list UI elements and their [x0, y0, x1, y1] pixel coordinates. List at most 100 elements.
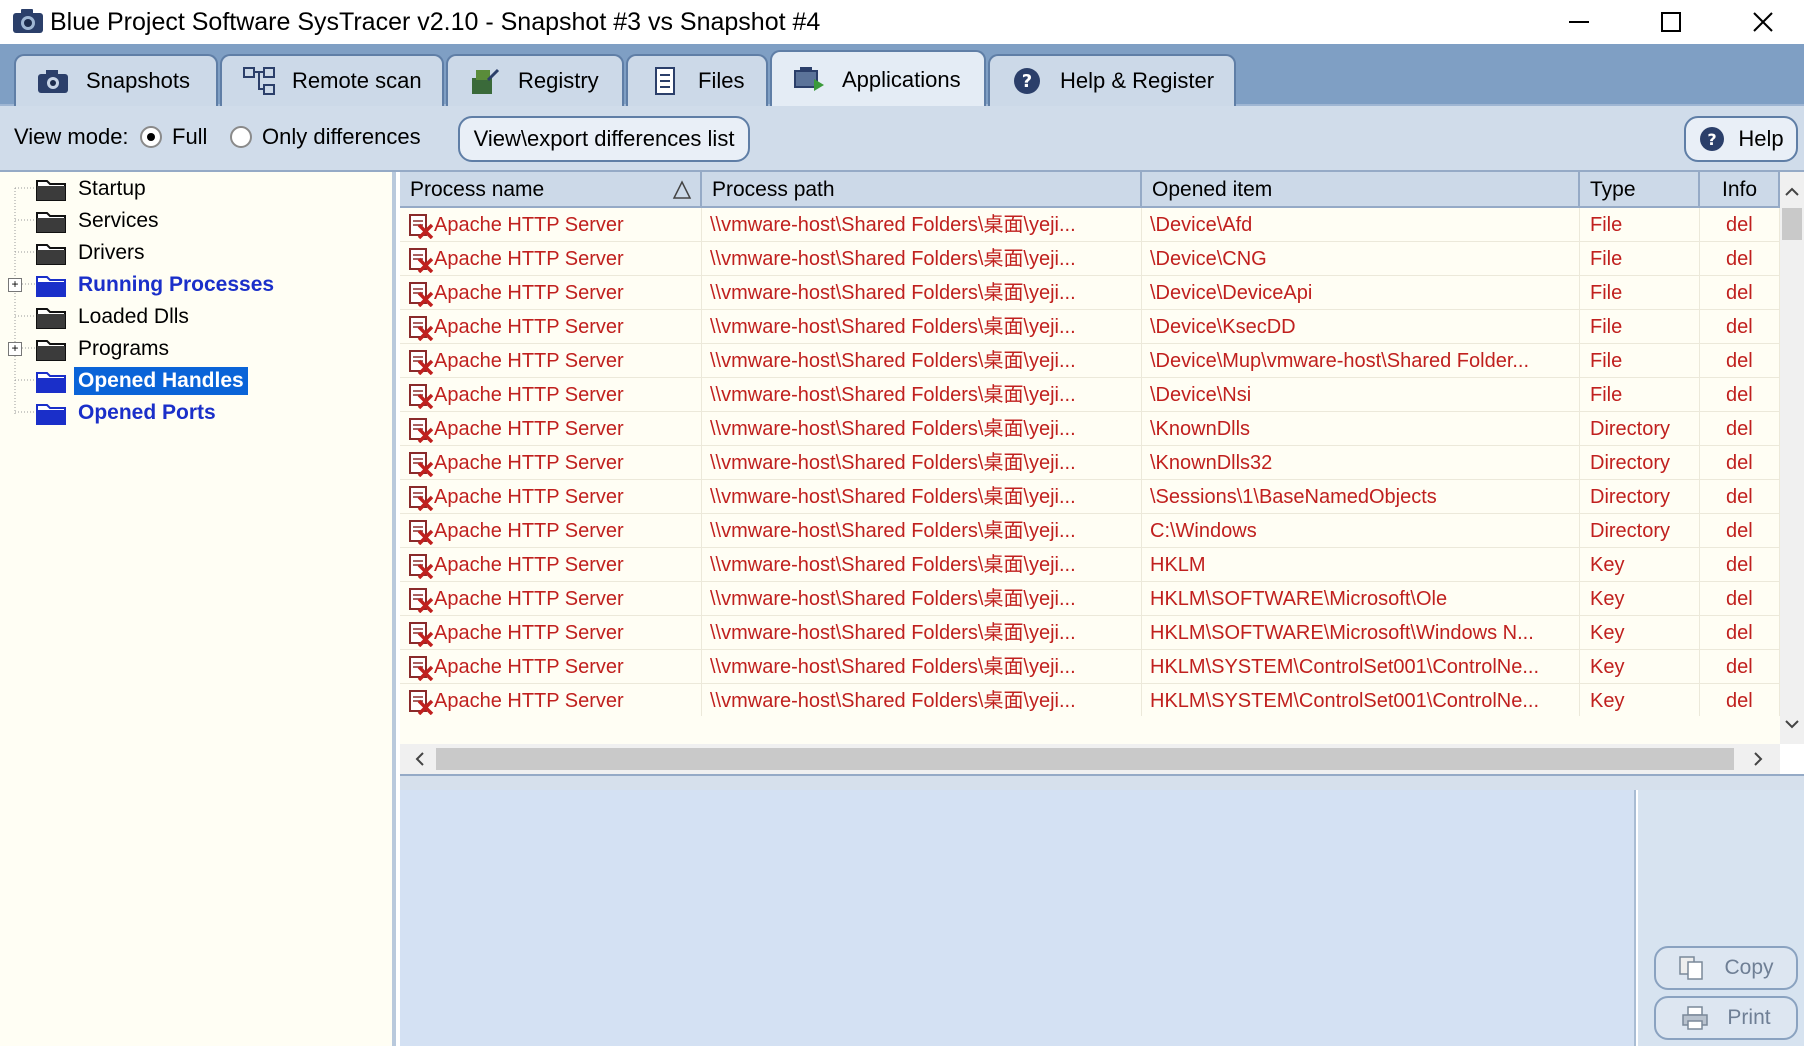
table-row[interactable]: Apache HTTP Server \\vmware-host\Shared F… [400, 412, 1780, 446]
vertical-scrollbar[interactable] [1780, 172, 1804, 744]
export-differences-button[interactable]: View\export differences list [458, 116, 750, 162]
tree-item-programs[interactable]: + Programs [0, 334, 396, 364]
tab-registry[interactable]: Registry [446, 54, 624, 106]
tree-item-drivers[interactable]: Drivers [0, 238, 396, 268]
cell-name: Apache HTTP Server [400, 344, 702, 378]
maximize-icon [1661, 12, 1681, 32]
scroll-down-icon[interactable] [1780, 712, 1804, 736]
table-body: Apache HTTP Server \\vmware-host\Shared F… [400, 208, 1780, 716]
cell-info: del [1700, 446, 1780, 480]
tab-help-register[interactable]: ? Help & Register [988, 54, 1236, 106]
table-row[interactable]: Apache HTTP Server \\vmware-host\Shared F… [400, 344, 1780, 378]
scroll-up-icon[interactable] [1780, 180, 1804, 204]
radio-dot [230, 126, 252, 148]
cell-type: File [1580, 208, 1700, 242]
folder-icon [36, 276, 66, 297]
tree-item-label: Programs [78, 337, 170, 360]
tab-label: Files [698, 68, 745, 93]
cell-type: File [1580, 344, 1700, 378]
cell-info: del [1700, 650, 1780, 684]
minimize-button[interactable] [1534, 0, 1624, 44]
tree-item-loaded-dlls[interactable]: Loaded Dlls [0, 302, 396, 332]
print-button[interactable]: Print [1654, 996, 1798, 1040]
table-row[interactable]: Apache HTTP Server \\vmware-host\Shared F… [400, 242, 1780, 276]
table-header: Process name Process path Opened item Ty… [400, 172, 1780, 208]
cell-item: \KnownDlls [1142, 412, 1580, 446]
cell-info: del [1700, 514, 1780, 548]
cell-type: Key [1580, 616, 1700, 650]
tree-item-services[interactable]: Services [0, 206, 396, 236]
tree-item-running-processes[interactable]: + Running Processes [0, 270, 396, 300]
tab-label: Remote scan [292, 68, 422, 93]
print-button-label: Print [1727, 1006, 1771, 1029]
cell-type: File [1580, 378, 1700, 412]
column-header-info[interactable]: Info [1700, 172, 1780, 208]
cell-type: Directory [1580, 480, 1700, 514]
expand-icon[interactable]: + [8, 278, 22, 292]
tree-item-label: Drivers [78, 241, 145, 264]
cell-info: del [1700, 242, 1780, 276]
column-header-type[interactable]: Type [1580, 172, 1700, 208]
radio-full[interactable]: Full [140, 124, 207, 150]
cell-type: Key [1580, 548, 1700, 582]
table-row[interactable]: Apache HTTP Server \\vmware-host\Shared F… [400, 310, 1780, 344]
tab-remote-scan[interactable]: Remote scan [220, 54, 444, 106]
close-icon [1753, 12, 1773, 32]
table-row[interactable]: Apache HTTP Server \\vmware-host\Shared F… [400, 480, 1780, 514]
tab-applications[interactable]: Applications [770, 50, 986, 108]
table-row[interactable]: Apache HTTP Server \\vmware-host\Shared F… [400, 276, 1780, 310]
tree-item-startup[interactable]: Startup [0, 174, 396, 204]
cell-info: del [1700, 412, 1780, 446]
expand-icon[interactable]: + [8, 342, 22, 356]
tree-item-opened-ports[interactable]: Opened Ports [0, 398, 396, 428]
maximize-button[interactable] [1626, 0, 1716, 44]
close-button[interactable] [1718, 0, 1804, 44]
cell-type: Key [1580, 582, 1700, 616]
pane-splitter[interactable] [400, 774, 1804, 790]
table-row[interactable]: Apache HTTP Server \\vmware-host\Shared F… [400, 548, 1780, 582]
scroll-thumb[interactable] [436, 748, 1734, 770]
table-row[interactable]: Apache HTTP Server \\vmware-host\Shared F… [400, 684, 1780, 716]
cell-name: Apache HTTP Server [400, 378, 702, 412]
table-row[interactable]: Apache HTTP Server \\vmware-host\Shared F… [400, 650, 1780, 684]
horizontal-scrollbar[interactable] [400, 744, 1780, 774]
camera-icon [38, 70, 68, 93]
scroll-thumb[interactable] [1782, 208, 1802, 240]
table-row[interactable]: Apache HTTP Server \\vmware-host\Shared F… [400, 582, 1780, 616]
scroll-left-icon[interactable] [408, 747, 432, 771]
detail-side-panel: Copy Print [1638, 790, 1804, 1046]
cell-item: HKLM\SYSTEM\ControlSet001\ControlNe... [1142, 650, 1580, 684]
copy-button[interactable]: Copy [1654, 946, 1798, 990]
title-bar: Blue Project Software SysTracer v2.10 - … [0, 0, 1804, 44]
detail-pane [400, 790, 1636, 1046]
cell-info: del [1700, 276, 1780, 310]
window-title: Blue Project Software SysTracer v2.10 - … [50, 8, 821, 36]
tab-files[interactable]: Files [626, 54, 768, 106]
cell-name: Apache HTTP Server [400, 684, 702, 716]
help-button[interactable]: ? Help [1684, 116, 1798, 162]
table-row[interactable]: Apache HTTP Server \\vmware-host\Shared F… [400, 208, 1780, 242]
cell-info: del [1700, 344, 1780, 378]
cell-path: \\vmware-host\Shared Folders\桌面\yeji... [702, 616, 1142, 650]
cell-type: File [1580, 310, 1700, 344]
table-row[interactable]: Apache HTTP Server \\vmware-host\Shared F… [400, 378, 1780, 412]
column-header-process-name[interactable]: Process name [400, 172, 702, 208]
tree-item-opened-handles[interactable]: Opened Handles [0, 366, 396, 396]
table-row[interactable]: Apache HTTP Server \\vmware-host\Shared F… [400, 446, 1780, 480]
column-header-process-path[interactable]: Process path [702, 172, 1142, 208]
column-header-opened-item[interactable]: Opened item [1142, 172, 1580, 208]
folder-icon [36, 404, 66, 425]
scroll-right-icon[interactable] [1746, 747, 1770, 771]
tab-label: Applications [842, 67, 961, 92]
cell-path: \\vmware-host\Shared Folders\桌面\yeji... [702, 276, 1142, 310]
table-row[interactable]: Apache HTTP Server \\vmware-host\Shared F… [400, 616, 1780, 650]
table-row[interactable]: Apache HTTP Server \\vmware-host\Shared F… [400, 514, 1780, 548]
file-icon [655, 67, 675, 95]
tree-item-label: Running Processes [78, 273, 275, 296]
print-icon [1682, 1006, 1709, 1030]
cell-type: Key [1580, 684, 1700, 716]
radio-only-differences[interactable]: Only differences [230, 124, 421, 150]
tab-label: Registry [518, 68, 599, 93]
tab-snapshots[interactable]: Snapshots [14, 54, 218, 106]
cell-info: del [1700, 684, 1780, 716]
